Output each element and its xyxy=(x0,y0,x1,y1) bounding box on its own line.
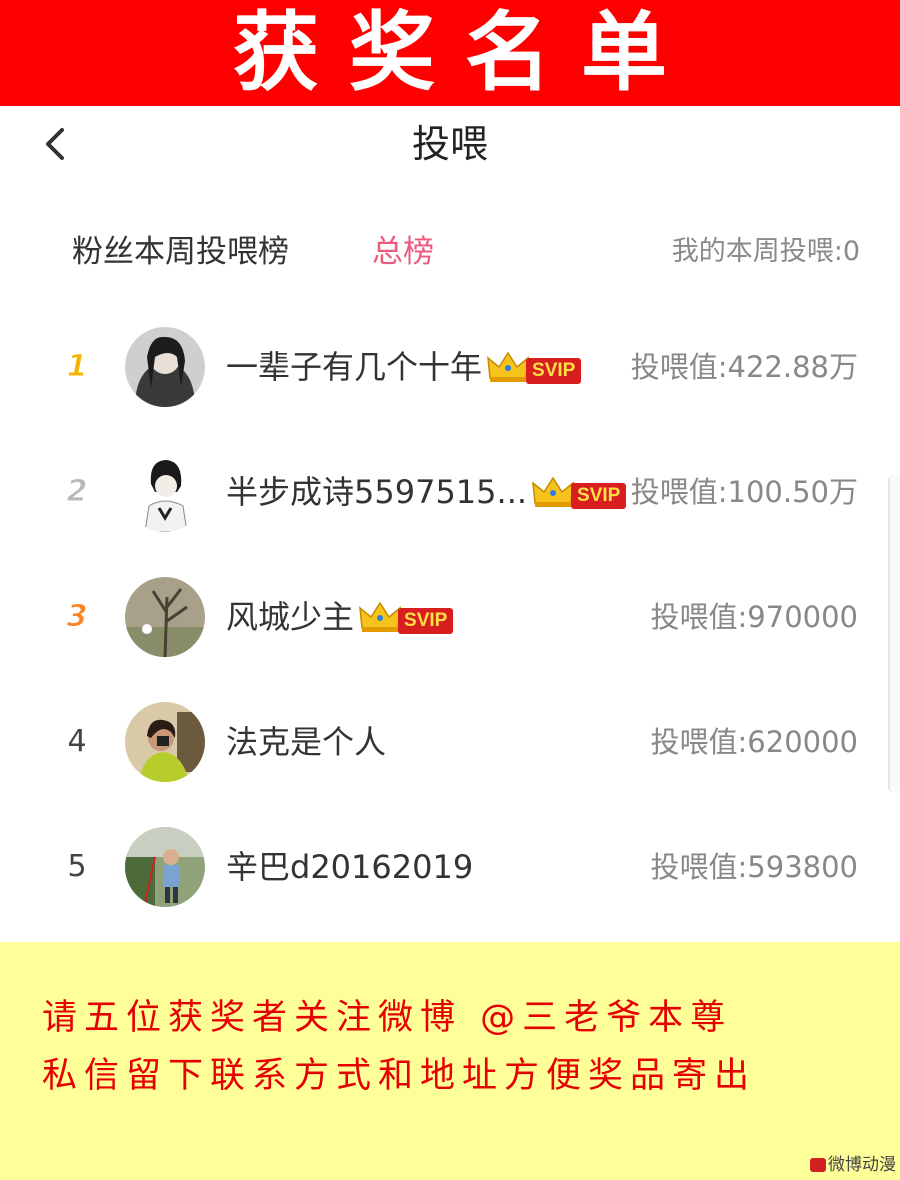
crown-icon xyxy=(487,351,529,382)
username[interactable]: 一辈子有几个十年 SVIP xyxy=(226,345,582,389)
rank-number: 4 xyxy=(67,724,87,759)
tab-bar: 粉丝本周投喂榜 总榜 我的本周投喂:0 xyxy=(0,220,900,284)
page-title: 投喂 xyxy=(411,122,488,166)
crown-icon xyxy=(359,601,401,632)
rank-number: 2 xyxy=(66,474,88,510)
list-item[interactable]: 4 法克是个人 投喂值:620000 xyxy=(0,680,900,804)
svip-badge: SVIP xyxy=(358,600,454,634)
username-text: 一辈子有几个十年 xyxy=(226,348,483,386)
list-item[interactable]: 1 一辈子有几个十年 SVIP 投喂值:422.88万 xyxy=(0,305,900,429)
notice-line-2: 私信留下联系方式和地址方便奖品寄出 xyxy=(42,1056,757,1096)
avatar[interactable] xyxy=(125,452,205,532)
rank-number: 3 xyxy=(66,599,88,635)
nav-bar: 投喂 xyxy=(0,106,900,184)
tab-total[interactable]: 总榜 xyxy=(372,230,434,274)
username[interactable]: 辛巴d20162019 xyxy=(226,845,473,889)
svip-badge: SVIP xyxy=(531,475,627,509)
award-banner: 获奖名单 xyxy=(0,0,900,106)
username-text: 法克是个人 xyxy=(226,723,387,761)
scrollbar[interactable] xyxy=(888,476,900,792)
watermark: 微博动漫 xyxy=(810,1154,896,1176)
username-text: 风城少主 xyxy=(226,598,355,636)
watermark-text: 微博动漫 xyxy=(828,1155,896,1175)
avatar[interactable] xyxy=(125,702,205,782)
crown-icon xyxy=(532,476,574,507)
username-text: 辛巴d20162019 xyxy=(226,848,474,886)
username[interactable]: 风城少主 SVIP xyxy=(226,595,454,639)
username[interactable]: 法克是个人 xyxy=(226,720,386,764)
feed-value: 投喂值:620000 xyxy=(650,725,858,759)
banner-title: 获奖名单 xyxy=(233,3,697,103)
list-item[interactable]: 5 辛巴d20162019 投喂值:593800 xyxy=(0,805,900,929)
feed-value: 投喂值:970000 xyxy=(650,600,858,634)
winner-notice: 请五位获奖者关注微博 @三老爷本尊 私信留下联系方式和地址方便奖品寄出 微博动漫 xyxy=(0,942,900,1180)
feed-value: 投喂值:593800 xyxy=(650,850,858,884)
my-weekly-feed: 我的本周投喂:0 xyxy=(671,236,860,267)
rank-number: 1 xyxy=(66,349,88,385)
avatar[interactable] xyxy=(125,577,205,657)
svip-label: SVIP xyxy=(571,483,627,509)
rank-number: 5 xyxy=(67,849,87,884)
list-item[interactable]: 3 风城少主 SVIP 投喂值:970000 xyxy=(0,555,900,679)
tab-weekly[interactable]: 粉丝本周投喂榜 xyxy=(72,230,289,274)
avatar[interactable] xyxy=(125,827,205,907)
feed-value: 投喂值:100.50万 xyxy=(630,475,858,509)
svip-badge: SVIP xyxy=(486,350,582,384)
feed-value: 投喂值:422.88万 xyxy=(630,350,858,384)
svip-label: SVIP xyxy=(526,358,582,384)
svip-label: SVIP xyxy=(398,608,454,634)
notice-line-1: 请五位获奖者关注微博 @三老爷本尊 xyxy=(42,998,733,1038)
avatar[interactable] xyxy=(125,327,205,407)
weibo-logo-icon xyxy=(810,1158,826,1172)
username[interactable]: 半步成诗5597515... SVIP xyxy=(226,470,627,514)
username-text: 半步成诗5597515... xyxy=(226,473,528,511)
list-item[interactable]: 2 半步成诗5597515... SVIP 投喂值:100.50万 xyxy=(0,430,900,554)
